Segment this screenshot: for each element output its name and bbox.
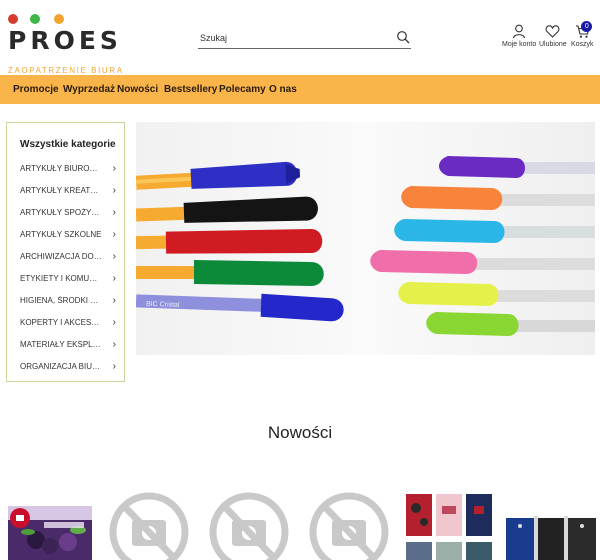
product-card[interactable] xyxy=(504,488,596,560)
product-card[interactable] xyxy=(6,488,94,560)
category-item[interactable]: ETYKIETY I KOMUNIKACJA› xyxy=(20,271,116,287)
pen-pink xyxy=(370,250,595,274)
no-image-placeholder-icon xyxy=(109,492,189,560)
user-icon xyxy=(513,24,526,39)
product-card[interactable] xyxy=(208,488,290,560)
favorites-button[interactable]: Ulubione xyxy=(539,24,567,48)
pen-blue xyxy=(136,161,301,190)
cart-button[interactable]: 0 Koszyk xyxy=(571,21,594,48)
pen-purple-blue: BIC Cristal xyxy=(136,293,344,322)
chevron-right-icon: › xyxy=(112,317,116,328)
brand-name: PROES xyxy=(8,26,122,55)
product-image-tea-box xyxy=(8,506,92,560)
chevron-right-icon: › xyxy=(112,229,116,240)
category-item[interactable]: ARTYKUŁY SZKOLNE › xyxy=(20,227,116,243)
category-item[interactable]: ARCHIWIZACJA DOKUMENTÓW› xyxy=(20,249,116,265)
chevron-right-icon: › xyxy=(112,163,116,174)
cart-label: Koszyk xyxy=(571,41,594,48)
account-button[interactable]: Moje konto xyxy=(502,24,536,48)
pen-violet xyxy=(439,156,595,178)
category-item[interactable]: ORGANIZACJA BIURA › xyxy=(20,359,116,375)
favorites-label: Ulubione xyxy=(539,41,567,48)
chevron-right-icon: › xyxy=(112,273,116,284)
search-bar xyxy=(198,27,411,49)
product-card[interactable] xyxy=(108,488,190,560)
chevron-right-icon: › xyxy=(112,185,116,196)
pen-yellow xyxy=(398,282,595,306)
pens-banner-image: BIC Cristal xyxy=(136,156,595,336)
chevron-right-icon: › xyxy=(112,207,116,218)
category-item[interactable]: ARTYKUŁY BIUROWE › xyxy=(20,161,116,177)
nav-promocje[interactable]: Promocje xyxy=(13,84,59,95)
brand-tagline: ZAOPATRZENIE BIURA xyxy=(8,66,124,75)
nav-o-nas[interactable]: O nas xyxy=(269,84,297,95)
pen-brand-text: BIC Cristal xyxy=(146,301,180,309)
nav-bestsellery[interactable]: Bestsellery xyxy=(164,84,217,95)
pen-lime xyxy=(426,312,595,336)
account-label: Moje konto xyxy=(502,41,537,48)
product-card[interactable] xyxy=(404,488,494,560)
no-image-placeholder-icon xyxy=(209,492,289,560)
product-image-notebooks xyxy=(406,494,492,560)
category-panel: Wszystkie kategorie ARTYKUŁY BIUROWE › AR… xyxy=(6,122,125,382)
category-item[interactable]: HIGIENA, ŚRODKI CZYSTOŚCI› xyxy=(20,293,116,309)
main-nav: Promocje Wyprzedaż Nowości Bestsellery P… xyxy=(0,75,600,104)
nav-nowosci[interactable]: Nowości xyxy=(117,84,158,95)
pen-cyan xyxy=(394,219,595,243)
category-item[interactable]: MATERIAŁY EKSPLOATACYJNE› xyxy=(20,337,116,353)
pen-black xyxy=(136,196,318,223)
nav-polecamy[interactable]: Polecamy xyxy=(219,84,266,95)
category-panel-title: Wszystkie kategorie xyxy=(20,139,116,150)
pen-orange xyxy=(401,186,595,210)
nav-wyprzedaz[interactable]: Wyprzedaż xyxy=(63,84,115,95)
product-image-binders xyxy=(506,516,596,560)
chevron-right-icon: › xyxy=(112,251,116,262)
category-item[interactable]: KOPERTY I AKCESORIA › xyxy=(20,315,116,331)
pen-red xyxy=(136,229,323,254)
category-item[interactable]: ARTYKUŁY KREATYWNE› xyxy=(20,183,116,199)
chevron-right-icon: › xyxy=(112,295,116,306)
search-input[interactable] xyxy=(200,30,385,46)
search-icon[interactable] xyxy=(396,30,410,44)
pen-green xyxy=(136,260,324,286)
category-item[interactable]: ARTYKUŁY SPOŻYWCZE› xyxy=(20,205,116,221)
heart-icon xyxy=(545,25,560,38)
chevron-right-icon: › xyxy=(112,339,116,350)
no-image-placeholder-icon xyxy=(309,492,389,560)
cart-count-badge: 0 xyxy=(581,21,593,32)
hero-banner[interactable]: BIC Cristal xyxy=(136,122,595,355)
chevron-right-icon: › xyxy=(112,361,116,372)
product-card[interactable] xyxy=(308,488,390,560)
section-title-new: Nowości xyxy=(267,423,333,442)
